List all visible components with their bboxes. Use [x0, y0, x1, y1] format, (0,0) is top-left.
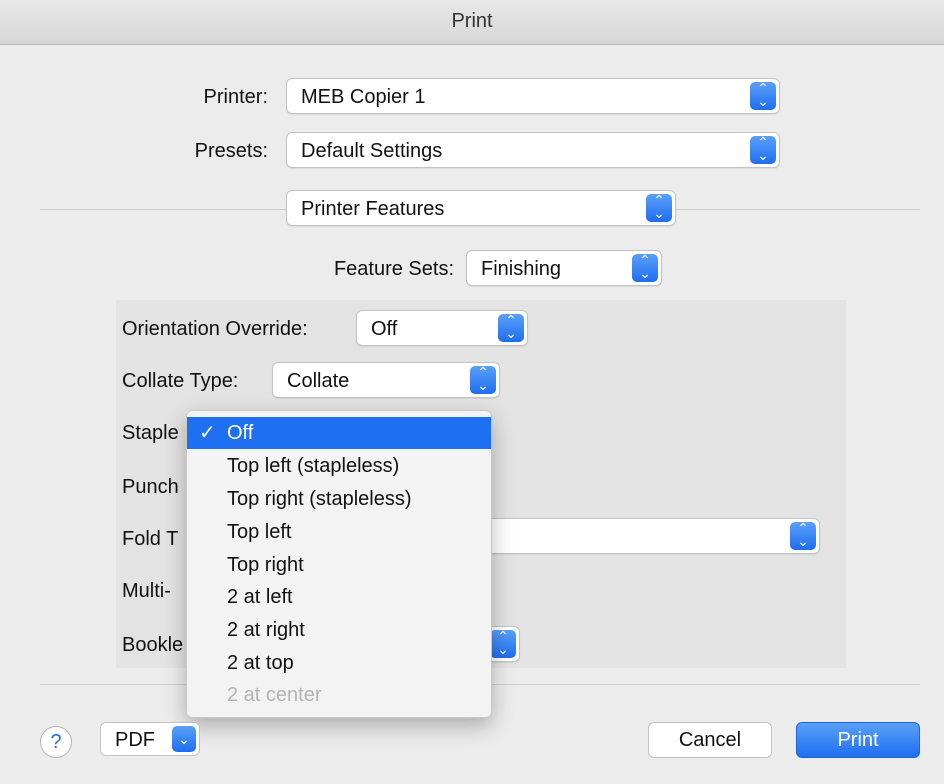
orientation-override-label: Orientation Override: [122, 318, 308, 340]
up-down-icon: ⌃ ⌄ [750, 135, 776, 164]
presets-value: Default Settings [301, 140, 443, 162]
menu-item-2-at-left[interactable]: 2 at left [187, 581, 491, 613]
menu-item-label: 2 at right [227, 619, 305, 641]
menu-item-label: Top left [227, 521, 292, 543]
separator-left [40, 209, 286, 210]
staple-label: Staple [122, 422, 179, 444]
menu-item-2-at-center: 2 at center [187, 679, 491, 711]
cancel-button[interactable]: Cancel [648, 722, 772, 758]
up-down-icon: ⌃ ⌄ [632, 253, 658, 282]
feature-sets-label: Feature Sets: [333, 258, 454, 280]
menu-item-label: Top left (stapleless) [227, 455, 400, 477]
menu-item-label: 2 at center [227, 684, 322, 706]
up-down-icon: ⌃ ⌄ [470, 365, 496, 394]
menu-item-2-at-top[interactable]: 2 at top [187, 647, 491, 679]
feature-sets-value: Finishing [481, 258, 562, 280]
up-down-icon: ⌃ ⌄ [790, 521, 816, 550]
section-popup[interactable]: Printer Features ⌃ ⌄ [286, 190, 676, 226]
presets-label: Presets: [194, 140, 268, 162]
pdf-label: PDF [115, 729, 155, 751]
pdf-menu-button[interactable]: PDF ⌄ [100, 722, 200, 756]
up-down-icon: ⌃ ⌄ [646, 193, 672, 222]
help-button[interactable]: ? [40, 726, 72, 758]
title-bar: Print [0, 0, 944, 45]
menu-item-label: Top right (stapleless) [227, 488, 412, 510]
fold-popup[interactable]: ⌃ ⌄ [480, 518, 820, 554]
collate-type-popup[interactable]: Collate ⌃ ⌄ [272, 362, 500, 398]
menu-item-top-left[interactable]: Top left [187, 516, 491, 548]
checkmark-icon: ✓ [199, 422, 216, 444]
menu-item-label: Off [227, 422, 254, 444]
feature-sets-popup[interactable]: Finishing ⌃ ⌄ [466, 250, 662, 286]
up-down-icon: ⌃ ⌄ [498, 313, 524, 342]
menu-item-top-right[interactable]: Top right [187, 549, 491, 581]
menu-item-off[interactable]: ✓ Off [187, 417, 491, 449]
window-title: Print [451, 10, 493, 32]
menu-item-label: Top right [227, 554, 304, 576]
fold-label: Fold T [122, 528, 179, 550]
collate-type-label: Collate Type: [122, 370, 239, 392]
printer-value: MEB Copier 1 [301, 86, 426, 108]
menu-item-top-right-stapleless[interactable]: Top right (stapleless) [187, 483, 491, 515]
presets-popup[interactable]: Default Settings ⌃ ⌄ [286, 132, 780, 168]
printer-label: Printer: [203, 86, 268, 108]
section-value: Printer Features [301, 198, 445, 220]
multi-label: Multi- [122, 580, 171, 602]
printer-popup[interactable]: MEB Copier 1 ⌃ ⌄ [286, 78, 780, 114]
up-down-icon: ⌃ ⌄ [490, 629, 516, 658]
collate-type-value: Collate [287, 370, 350, 392]
punch-label: Punch [122, 476, 179, 498]
menu-item-top-left-stapleless[interactable]: Top left (stapleless) [187, 450, 491, 482]
booklet-label: Bookle [122, 634, 184, 656]
menu-item-2-at-right[interactable]: 2 at right [187, 614, 491, 646]
separator-right [676, 209, 920, 210]
menu-item-label: 2 at left [227, 586, 293, 608]
chevron-down-icon: ⌄ [172, 726, 196, 752]
up-down-icon: ⌃ ⌄ [750, 81, 776, 110]
print-button[interactable]: Print [796, 722, 920, 758]
orientation-override-value: Off [371, 318, 398, 340]
menu-item-label: 2 at top [227, 652, 294, 674]
staple-dropdown-menu: ✓ Off Top left (stapleless) Top right (s… [186, 410, 492, 718]
orientation-override-popup[interactable]: Off ⌃ ⌄ [356, 310, 528, 346]
